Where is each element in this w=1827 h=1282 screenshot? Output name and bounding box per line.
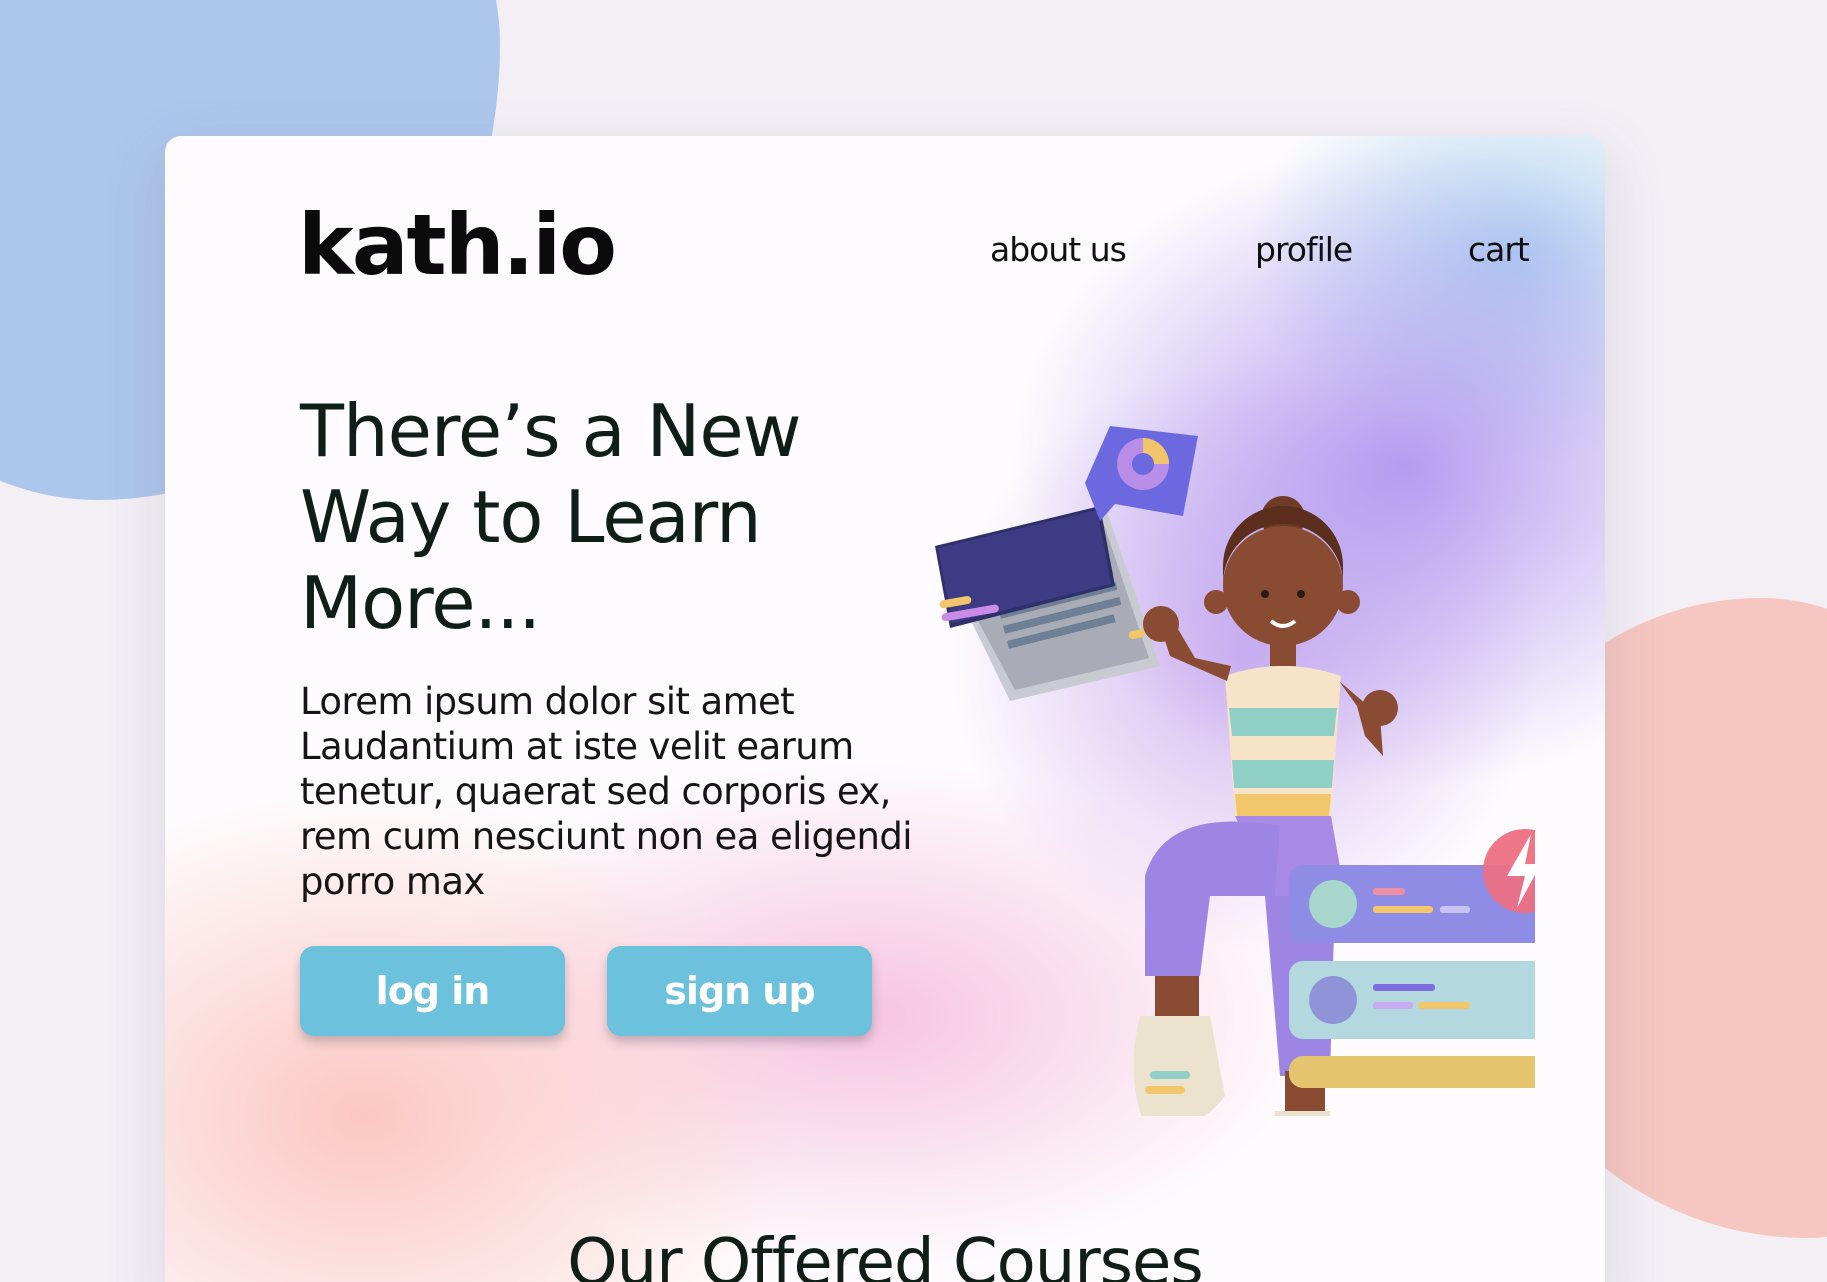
page-background: kath.io about us profile cart There’s a …: [0, 0, 1827, 1282]
signup-button[interactable]: sign up: [607, 946, 872, 1036]
hero-headline: There’s a New Way to Learn More...: [300, 389, 802, 645]
chart-bubble-icon: [1085, 426, 1198, 521]
landing-page-card: kath.io about us profile cart There’s a …: [165, 136, 1605, 1282]
nav-cart[interactable]: cart: [1468, 230, 1530, 269]
nav-profile[interactable]: profile: [1255, 230, 1353, 269]
courses-section-title: Our Offered Courses: [567, 1226, 1203, 1282]
login-button[interactable]: log in: [300, 946, 565, 1036]
hero-illustration: [935, 426, 1535, 1116]
hero-description: Lorem ipsum dolor sit amet Laudantium at…: [300, 680, 913, 903]
nav-about-us[interactable]: about us: [990, 230, 1127, 269]
site-logo[interactable]: kath.io: [298, 196, 617, 294]
laptop-icon: [935, 506, 1160, 701]
